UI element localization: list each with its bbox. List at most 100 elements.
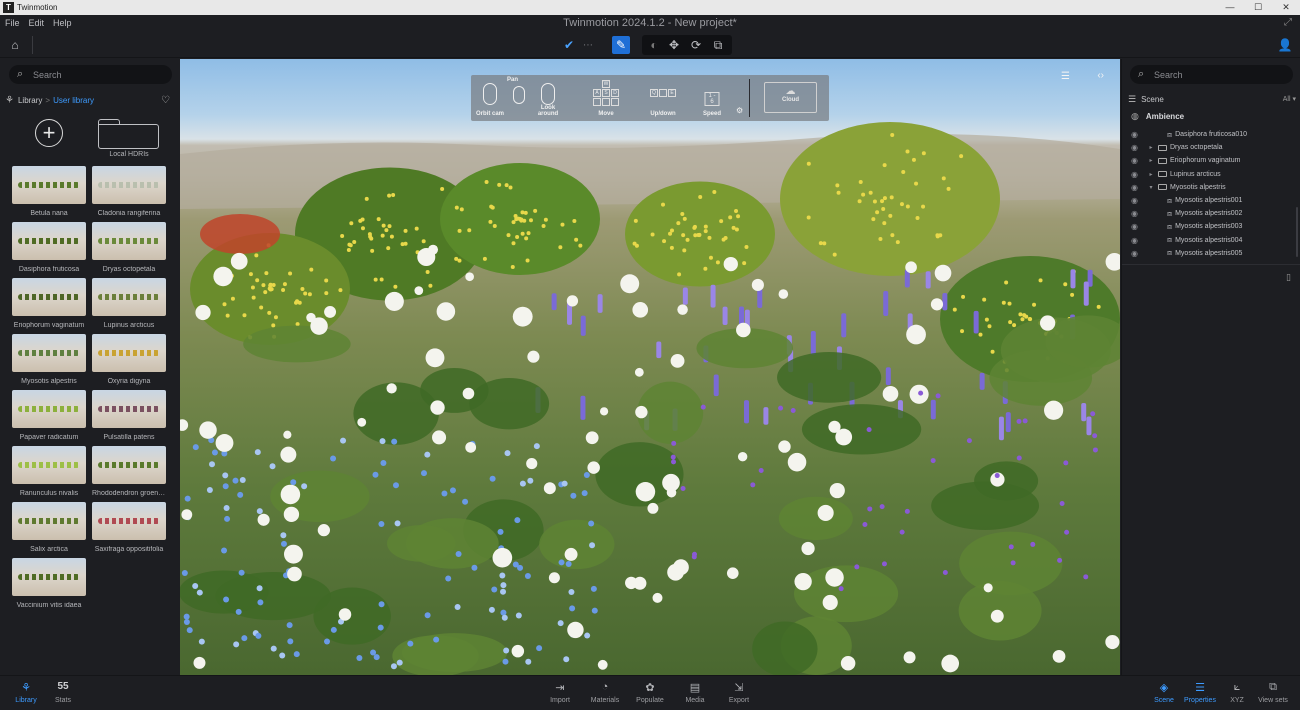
- eyedropper-icon[interactable]: ✎: [612, 36, 630, 54]
- scene-tree-row[interactable]: ◉ ⧈ Myosotis alpestris001: [1131, 194, 1291, 207]
- gear-icon[interactable]: ⚙: [736, 106, 743, 115]
- white-cottongrass: [726, 567, 739, 579]
- expand-caret-icon[interactable]: ▸: [1147, 171, 1155, 178]
- yellow-flower: [899, 202, 904, 207]
- expand-caret-icon[interactable]: ▸: [1147, 157, 1155, 164]
- favorites-icon[interactable]: ♡: [161, 95, 170, 106]
- breadcrumb-library[interactable]: Library: [18, 96, 42, 105]
- bottom-media-button[interactable]: ▤ Media: [675, 681, 715, 704]
- scene-search-input[interactable]: ⌕ Search: [1130, 65, 1293, 84]
- blue-flower: [222, 483, 229, 490]
- bottom-export-button[interactable]: ⇲ Export: [719, 681, 759, 704]
- scene-tree-row[interactable]: ◉ ▸ Dryas octopetala: [1131, 141, 1291, 154]
- bottom-scene-button[interactable]: ◈ Scene: [1144, 681, 1184, 704]
- cloud-icon: ☁: [785, 86, 796, 97]
- scene-tree-row[interactable]: ◉ ▸ Eriophorum vaginatum: [1131, 154, 1291, 167]
- bottom-materials-button[interactable]: ◔ Materials: [585, 681, 625, 704]
- visibility-eye-icon[interactable]: ◉: [1131, 170, 1141, 179]
- yellow-flower: [511, 220, 516, 225]
- blue-flower: [196, 589, 203, 596]
- close-button[interactable]: ✕: [1272, 0, 1300, 15]
- yellow-flower: [668, 231, 673, 236]
- bottom-stats-button[interactable]: 55 Stats: [43, 681, 83, 704]
- minimize-button[interactable]: —: [1216, 0, 1244, 15]
- visibility-eye-icon[interactable]: ◉: [1131, 236, 1141, 245]
- asset-card[interactable]: Oxyria digyna: [92, 334, 166, 385]
- visibility-eye-icon[interactable]: ◉: [1131, 222, 1141, 231]
- yellow-flower: [574, 237, 579, 242]
- asset-card[interactable]: Saxifraga oppositifolia: [92, 502, 166, 553]
- asset-card[interactable]: Vaccinium vitis idaea: [12, 558, 86, 609]
- visibility-eye-icon[interactable]: ◉: [1131, 156, 1141, 165]
- visibility-eye-icon[interactable]: ◉: [1131, 130, 1141, 139]
- asset-card[interactable]: Ranunculus nivalis: [12, 446, 86, 497]
- lupin-flower: [682, 287, 688, 305]
- yellow-flower: [681, 233, 686, 238]
- visibility-eye-icon[interactable]: ◉: [1131, 249, 1141, 258]
- orbit-cam-label: Orbit cam: [475, 111, 504, 117]
- bottom-populate-button[interactable]: ✿ Populate: [630, 681, 670, 704]
- library-icon: ⚘: [21, 682, 31, 694]
- folder-icon[interactable]: [98, 119, 159, 149]
- bottom-xyz-button[interactable]: ⟀ XYZ: [1217, 681, 1257, 704]
- asset-card[interactable]: Cladonia rangiferina: [92, 166, 166, 217]
- move-icon[interactable]: ✥: [665, 36, 683, 54]
- blue-flower: [394, 520, 401, 527]
- asset-card[interactable]: Eriophorum vaginatum: [12, 278, 86, 329]
- scene-tree-row[interactable]: ◉ ▸ Lupinus arcticus: [1131, 168, 1291, 181]
- 3d-viewport[interactable]: Pan Orbit cam Look around WASD Move QE U…: [180, 59, 1120, 675]
- blue-flower: [255, 632, 262, 639]
- asset-card[interactable]: Pulsatilla patens: [92, 390, 166, 441]
- asset-label: Lupinus arcticus: [103, 322, 155, 329]
- maximize-button[interactable]: ☐: [1244, 0, 1272, 15]
- yellow-flower: [861, 192, 866, 197]
- expand-caret-icon[interactable]: ▸: [1147, 144, 1155, 151]
- scene-tree-row[interactable]: ◉ ▾ Myosotis alpestris: [1131, 181, 1291, 194]
- rotate-icon[interactable]: ⟳: [687, 36, 705, 54]
- asset-card[interactable]: Salix arctica: [12, 502, 86, 553]
- asset-card[interactable]: Lupinus arcticus: [92, 278, 166, 329]
- bottom-properties-button[interactable]: ☰ Properties: [1180, 681, 1220, 704]
- scene-tree-row[interactable]: ◉ ⧈ Myosotis alpestris004: [1131, 234, 1291, 247]
- scale-icon[interactable]: ⧉: [709, 36, 727, 54]
- asset-card[interactable]: Papaver radicatum: [12, 390, 86, 441]
- scene-tree-row[interactable]: ◉ ⧈ Myosotis alpestris002: [1131, 207, 1291, 220]
- panel-toggle-icon[interactable]: ▯: [1286, 272, 1291, 283]
- visibility-eye-icon[interactable]: ◉: [1131, 196, 1141, 205]
- home-icon[interactable]: ⌂: [6, 36, 24, 54]
- asset-card[interactable]: Dasiphora fruticosa: [12, 222, 86, 273]
- back-icon[interactable]: ◐: [645, 36, 663, 54]
- white-cottongrass: [666, 487, 677, 498]
- asset-card[interactable]: Rhododendron groenla...: [92, 446, 166, 497]
- scene-tree-row[interactable]: ◉ ⧈ Myosotis alpestris005: [1131, 247, 1291, 260]
- breadcrumb-user-library[interactable]: User library: [53, 96, 94, 105]
- expand-caret-icon[interactable]: ▾: [1147, 184, 1155, 191]
- purple-flower: [680, 485, 686, 491]
- visibility-eye-icon[interactable]: ◉: [1131, 143, 1141, 152]
- yellow-flower: [467, 228, 472, 233]
- cloud-button[interactable]: ☁ Cloud: [764, 82, 817, 113]
- asset-card[interactable]: Myosotis alpestris: [12, 334, 86, 385]
- yellow-flower: [680, 211, 685, 216]
- library-search-input[interactable]: ⌕ Search: [9, 65, 172, 84]
- visibility-eye-icon[interactable]: ◉: [1131, 183, 1141, 192]
- scene-tree-row[interactable]: ◉ ⧈ Dasiphora fruticosa010: [1131, 128, 1291, 141]
- fullscreen-icon[interactable]: ⤢: [1284, 17, 1292, 28]
- bottom-view-sets-button[interactable]: ⧉ View sets: [1253, 681, 1293, 704]
- bottom-bar: ⚘ Library 55 Stats ⇥ Import ◔ Materials ✿ Populat…: [0, 675, 1300, 710]
- ambience-row[interactable]: ◍ Ambience: [1131, 111, 1184, 122]
- code-icon[interactable]: ‹›: [1097, 70, 1104, 81]
- check-icon[interactable]: ✔: [560, 36, 578, 54]
- bottom-import-button[interactable]: ⇥ Import: [540, 681, 580, 704]
- scene-tree-scrollbar[interactable]: [1296, 207, 1298, 257]
- asset-card[interactable]: Dryas octopetala: [92, 222, 166, 273]
- scene-tree-row[interactable]: ◉ ⧈ Myosotis alpestris003: [1131, 220, 1291, 233]
- add-asset-button[interactable]: +: [35, 119, 63, 147]
- user-icon[interactable]: 👤: [1276, 36, 1294, 54]
- list-icon[interactable]: ☰: [1061, 71, 1070, 82]
- asset-card[interactable]: Betula nana: [12, 166, 86, 217]
- bottom-library-button[interactable]: ⚘ Library: [6, 681, 46, 704]
- scene-filter-dropdown[interactable]: All ▾: [1283, 95, 1296, 103]
- visibility-eye-icon[interactable]: ◉: [1131, 209, 1141, 218]
- grid-icon[interactable]: ⋯: [579, 36, 597, 54]
